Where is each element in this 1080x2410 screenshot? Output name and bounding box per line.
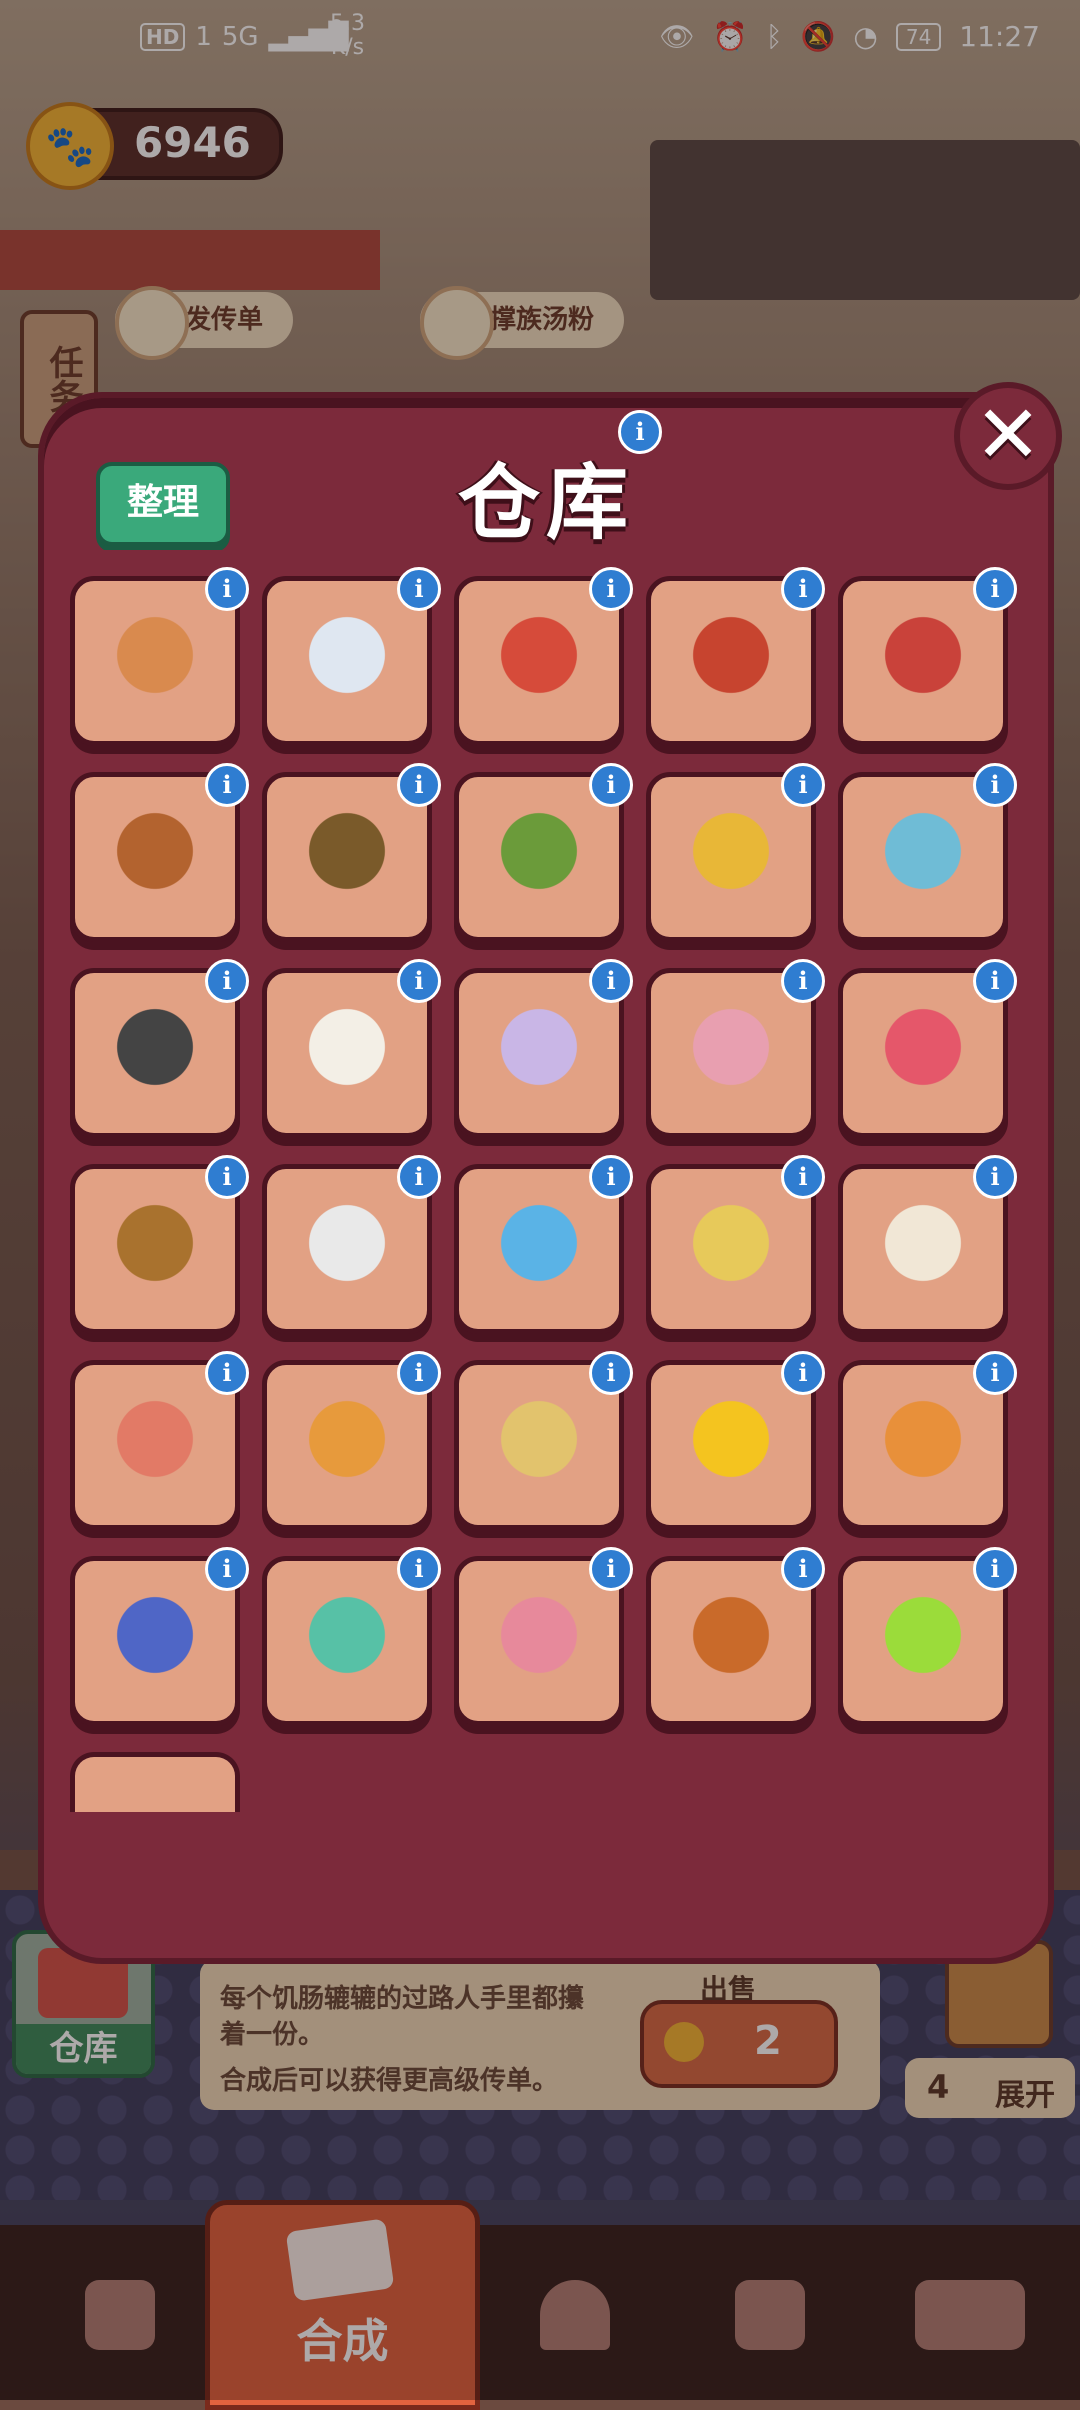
info-icon[interactable]: i xyxy=(973,567,1017,611)
modal-header: 整理 仓库 i ✕ xyxy=(44,382,1062,551)
inventory-slot[interactable]: i xyxy=(70,567,249,746)
info-icon[interactable]: i xyxy=(589,567,633,611)
gold-medal-icon xyxy=(671,797,791,917)
info-icon[interactable]: i xyxy=(781,959,825,1003)
inventory-slot[interactable]: i xyxy=(454,959,633,1138)
parfait-drink-icon xyxy=(671,1189,791,1309)
pickled-chili-jar-icon xyxy=(863,601,983,721)
info-icon[interactable]: i xyxy=(973,1155,1017,1199)
inventory-slot[interactable]: i xyxy=(70,1547,249,1726)
inventory-slot[interactable]: i xyxy=(838,959,1017,1138)
music-box-icon xyxy=(671,993,791,1113)
jade-jar-icon xyxy=(287,1581,407,1701)
info-icon[interactable]: i xyxy=(397,763,441,807)
inventory-slot[interactable]: i xyxy=(646,959,825,1138)
soup-bowl-icon xyxy=(479,1385,599,1505)
wind-chime-icon xyxy=(479,993,599,1113)
info-icon[interactable]: i xyxy=(205,567,249,611)
info-icon[interactable]: i xyxy=(205,763,249,807)
inventory-slot[interactable]: i xyxy=(70,959,249,1138)
info-icon[interactable]: i xyxy=(973,959,1017,1003)
inventory-slot[interactable]: i xyxy=(646,1155,825,1334)
info-icon[interactable]: i xyxy=(973,1547,1017,1591)
inventory-slot[interactable]: i xyxy=(70,763,249,942)
chocolate-box-icon xyxy=(863,797,983,917)
info-icon[interactable]: i xyxy=(397,1547,441,1591)
info-icon[interactable]: i xyxy=(589,959,633,1003)
pizza-icon xyxy=(287,1385,407,1505)
info-icon[interactable]: i xyxy=(397,567,441,611)
inventory-slot[interactable]: i xyxy=(646,567,825,746)
chili-oil-bottle-icon xyxy=(671,601,791,721)
info-icon[interactable]: i xyxy=(973,1351,1017,1395)
inventory-slot[interactable]: i xyxy=(454,1547,633,1726)
info-icon[interactable]: i xyxy=(781,1351,825,1395)
inventory-slot[interactable]: i xyxy=(454,1155,633,1334)
inventory-slot[interactable]: i xyxy=(262,1155,441,1334)
info-icon[interactable]: i xyxy=(781,763,825,807)
inventory-grid: i i i i i i i i i i i i i i i i i i i i i i i i i i i i i i xyxy=(70,550,1022,1812)
inventory-slot[interactable]: i xyxy=(646,1351,825,1530)
dreamcatcher-icon xyxy=(95,1189,215,1309)
wooden-barrel-icon xyxy=(671,1581,791,1701)
camera-icon xyxy=(95,993,215,1113)
orange-ball-icon xyxy=(863,1385,983,1505)
info-icon[interactable]: i xyxy=(781,1547,825,1591)
info-icon[interactable]: i xyxy=(205,1547,249,1591)
inventory-slot[interactable]: i xyxy=(70,1351,249,1530)
mop-icon xyxy=(479,1581,599,1701)
dolphin-plush-icon xyxy=(479,1189,599,1309)
soy-sauce-bottle-icon xyxy=(95,797,215,917)
info-icon[interactable]: i xyxy=(397,1155,441,1199)
inventory-slot[interactable]: i xyxy=(262,1351,441,1530)
sheep-plush-icon xyxy=(287,993,407,1113)
info-icon[interactable]: i xyxy=(589,1155,633,1199)
inventory-slot[interactable]: i xyxy=(838,1351,1017,1530)
inventory-slot[interactable]: i xyxy=(646,763,825,942)
inventory-slot-partial[interactable] xyxy=(70,1752,240,1812)
info-icon[interactable]: i xyxy=(781,1155,825,1199)
info-icon[interactable]: i xyxy=(589,763,633,807)
info-icon[interactable]: i xyxy=(589,1351,633,1395)
info-icon[interactable]: i xyxy=(781,567,825,611)
info-icon[interactable]: i xyxy=(589,1547,633,1591)
drum-icon xyxy=(95,1581,215,1701)
info-icon[interactable]: i xyxy=(205,1351,249,1395)
mala-sauce-jar-icon xyxy=(479,601,599,721)
inventory-slot[interactable]: i xyxy=(262,567,441,746)
inventory-slot[interactable]: i xyxy=(646,1547,825,1726)
work-gloves-icon xyxy=(287,1189,407,1309)
inventory-slot[interactable]: i xyxy=(838,763,1017,942)
paper-flyers-icon xyxy=(287,601,407,721)
inventory-slot[interactable]: i xyxy=(454,763,633,942)
inventory-slot[interactable]: i xyxy=(262,763,441,942)
clay-pot-soup-icon xyxy=(95,601,215,721)
inventory-slot[interactable]: i xyxy=(838,1155,1017,1334)
info-icon[interactable]: i xyxy=(205,1155,249,1199)
inventory-slot[interactable]: i xyxy=(838,1547,1017,1726)
modal-title: 仓库 xyxy=(457,456,634,551)
info-icon[interactable]: i xyxy=(205,959,249,1003)
inventory-slot[interactable]: i xyxy=(262,1547,441,1726)
warehouse-modal: 整理 仓库 i ✕ i i i i i i i i i i i i i i i i i i i i i i i i i i i i i i xyxy=(38,382,1062,1964)
inventory-slot[interactable]: i xyxy=(454,1351,633,1530)
gift-basket-icon xyxy=(95,1385,215,1505)
inventory-slot[interactable]: i xyxy=(70,1155,249,1334)
info-icon[interactable]: i xyxy=(397,1351,441,1395)
fish-sauce-jar-icon xyxy=(287,797,407,917)
sun-icon xyxy=(671,1385,791,1505)
info-icon[interactable]: i xyxy=(397,959,441,1003)
tea-banner-icon xyxy=(863,1189,983,1309)
inventory-slot[interactable]: i xyxy=(838,567,1017,746)
close-button[interactable]: ✕ xyxy=(954,382,1062,490)
cocktail-icon xyxy=(863,1581,983,1701)
inventory-slot[interactable]: i xyxy=(262,959,441,1138)
info-icon[interactable]: i xyxy=(618,410,662,454)
info-icon[interactable]: i xyxy=(973,763,1017,807)
inventory-slot[interactable]: i xyxy=(454,567,633,746)
herb-tray-icon xyxy=(479,797,599,917)
rose-bouquet-icon xyxy=(863,993,983,1113)
